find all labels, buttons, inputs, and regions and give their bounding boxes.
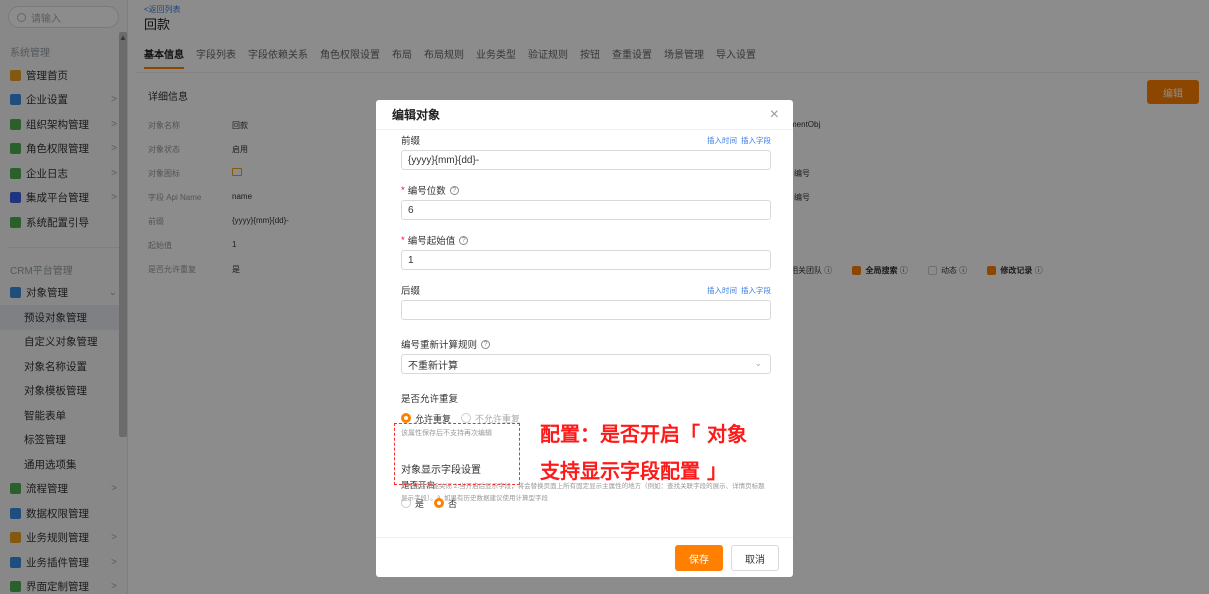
chevron-down-icon: ⌄ [754,358,762,368]
recalc-label: 编号重新计算规则? [401,338,771,351]
insert-time-link[interactable]: 插入时间 [707,136,737,145]
highlight-box [394,423,520,485]
suffix-input[interactable] [401,300,771,320]
radio-icon [401,413,411,423]
help-icon: ? [481,339,491,349]
edit-object-modal: 编辑对象 × 前缀 插入时间 插入字段 {yyyy}{mm}{dd}- * 编号位数… [376,100,793,577]
annotation-line-1: 配置：是否开启「 对象 [540,422,747,446]
modal-footer: 保存 取消 [376,537,793,577]
recalc-value: 不重新计算 [408,360,458,372]
insert-field-link[interactable]: 插入字段 [741,286,771,295]
help-icon: ? [449,185,459,195]
digits-label: * 编号位数? [401,184,771,197]
prefix-label: 前缀 插入时间 插入字段 [401,135,771,148]
annotation-line-2: 支持显示字段配置 」 [540,459,727,483]
radio-icon [461,413,472,423]
prefix-input[interactable]: {yyyy}{mm}{dd}- [401,150,771,170]
save-button[interactable]: 保存 [675,545,723,571]
recalc-select[interactable]: 不重新计算 ⌄ [401,354,771,374]
display-field-note: 1.开启后不能关闭 2.当开启后显示字段，将会替换页面上所有固定显示主属性的地方… [401,483,765,502]
help-icon: ? [459,235,469,245]
digits-input[interactable]: 6 [401,200,771,220]
dup-label: 是否允许重复 [401,394,459,405]
start-value-label: * 编号起始值? [401,234,771,247]
start-value-input[interactable]: 1 [401,250,771,270]
insert-time-link[interactable]: 插入时间 [707,286,737,295]
insert-field-link[interactable]: 插入字段 [741,136,771,145]
cancel-button[interactable]: 取消 [731,545,779,571]
close-icon[interactable]: × [770,106,779,124]
modal-title: 编辑对象 [392,108,441,122]
suffix-label: 后缀 插入时间 插入字段 [401,285,771,298]
